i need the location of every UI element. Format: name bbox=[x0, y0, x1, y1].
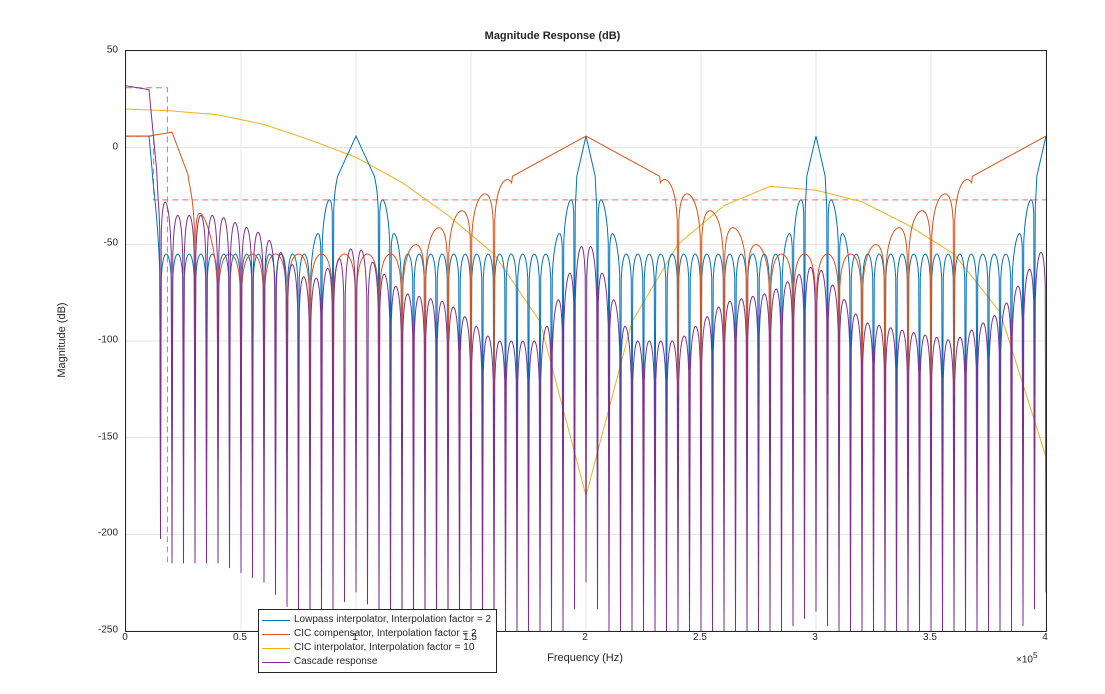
x-tick-label: 4 bbox=[1042, 632, 1048, 643]
y-tick-label: 50 bbox=[107, 45, 118, 56]
x-tick-label: 3 bbox=[812, 632, 818, 643]
figure: Magnitude Response (dB) Lowpass interpol… bbox=[0, 0, 1105, 694]
y-tick-label: -150 bbox=[98, 431, 118, 442]
x-axis-label: Frequency (Hz) bbox=[125, 652, 1045, 664]
legend-item-cic-comp: CIC compensator, Interpolation factor = … bbox=[262, 627, 491, 641]
legend-swatch bbox=[262, 648, 290, 649]
plot-lines bbox=[126, 51, 1046, 631]
x-tick-label: 0.5 bbox=[233, 632, 247, 643]
legend-label: Lowpass interpolator, Interpolation fact… bbox=[294, 613, 491, 627]
legend-swatch bbox=[262, 620, 290, 621]
y-tick-label: -200 bbox=[98, 528, 118, 539]
y-axis-label: Magnitude (dB) bbox=[56, 302, 68, 377]
x-tick-label: 2.5 bbox=[693, 632, 707, 643]
axes-area: Lowpass interpolator, Interpolation fact… bbox=[125, 50, 1047, 632]
y-tick-label: -250 bbox=[98, 625, 118, 636]
legend-label: CIC compensator, Interpolation factor = … bbox=[294, 627, 477, 641]
x-tick-label: 1.5 bbox=[463, 632, 477, 643]
x-axis-multiplier: ×105 bbox=[1016, 650, 1038, 665]
y-tick-label: 0 bbox=[112, 141, 118, 152]
x-tick-label: 0 bbox=[122, 632, 128, 643]
y-tick-label: -50 bbox=[104, 238, 118, 249]
x-tick-label: 3.5 bbox=[923, 632, 937, 643]
chart-title: Magnitude Response (dB) bbox=[0, 30, 1105, 42]
legend-swatch bbox=[262, 634, 290, 635]
legend-item-lowpass: Lowpass interpolator, Interpolation fact… bbox=[262, 613, 491, 627]
x-tick-label: 1 bbox=[352, 632, 358, 643]
y-tick-label: -100 bbox=[98, 335, 118, 346]
x-tick-label: 2 bbox=[582, 632, 588, 643]
